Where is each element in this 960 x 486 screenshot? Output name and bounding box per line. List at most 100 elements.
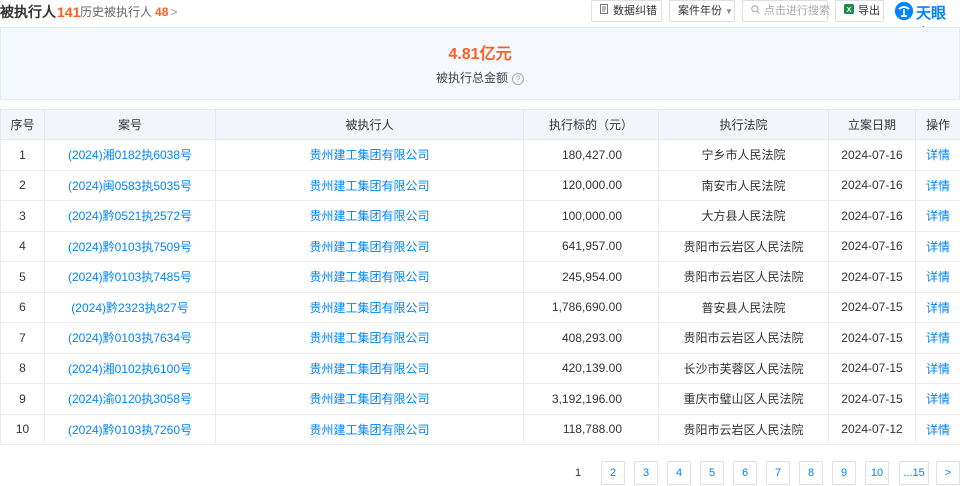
detail-link[interactable]: 详情 xyxy=(915,383,960,415)
row-index: 3 xyxy=(0,200,45,232)
page-button[interactable]: 10 xyxy=(865,461,889,485)
page-button[interactable]: 2 xyxy=(601,461,625,485)
detail-link[interactable]: 详情 xyxy=(915,200,960,232)
case-number-link[interactable]: (2024)黔0103执7260号 xyxy=(44,413,216,445)
table-row: 10 (2024)黔0103执7260号 贵州建工集团有限公司 118,788.… xyxy=(0,413,960,445)
execution-amount: 120,000.00 xyxy=(523,169,659,201)
page-button[interactable]: 7 xyxy=(766,461,790,485)
row-index: 6 xyxy=(0,291,45,323)
court-name: 普安县人民法院 xyxy=(658,291,829,323)
history-label: 历史被执行人 xyxy=(80,5,153,19)
help-icon[interactable]: ? xyxy=(512,73,524,85)
table-row: 1 (2024)湘0182执6038号 贵州建工集团有限公司 180,427.0… xyxy=(0,139,960,171)
detail-link[interactable]: 详情 xyxy=(915,230,960,262)
court-name: 贵阳市云岩区人民法院 xyxy=(658,413,829,445)
table-header-row: 序号 案号 被执行人 执行标的（元） 执行法院 立案日期 操作 xyxy=(0,109,960,140)
detail-link[interactable]: 详情 xyxy=(915,291,960,323)
section-title-count: 141 xyxy=(57,4,81,20)
total-amount-summary: 4.81亿元 被执行总金额? xyxy=(0,27,960,100)
svg-text:X: X xyxy=(846,5,851,14)
detail-link[interactable]: 详情 xyxy=(915,413,960,445)
page-button[interactable]: 4 xyxy=(667,461,691,485)
case-number-link[interactable]: (2024)湘0182执6038号 xyxy=(44,139,216,171)
party-link[interactable]: 贵州建工集团有限公司 xyxy=(215,261,524,293)
party-link[interactable]: 贵州建工集团有限公司 xyxy=(215,413,524,445)
detail-link[interactable]: 详情 xyxy=(915,322,960,354)
case-number-link[interactable]: (2024)渝0120执3058号 xyxy=(44,383,216,415)
party-link[interactable]: 贵州建工集团有限公司 xyxy=(215,139,524,171)
court-name: 宁乡市人民法院 xyxy=(658,139,829,171)
execution-amount: 1,786,690.00 xyxy=(523,291,659,323)
data-correction-label: 数据纠错 xyxy=(613,5,657,17)
chevron-right-icon: > xyxy=(170,5,178,19)
party-link[interactable]: 贵州建工集团有限公司 xyxy=(215,291,524,323)
col-header-date: 立案日期 xyxy=(828,109,916,140)
total-amount-label-text: 被执行总金额 xyxy=(435,71,508,85)
page-button[interactable]: 3 xyxy=(634,461,658,485)
col-header-court: 执行法院 xyxy=(658,109,829,140)
party-link[interactable]: 贵州建工集团有限公司 xyxy=(215,322,524,354)
history-count: 48 xyxy=(155,5,169,19)
filing-date: 2024-07-15 xyxy=(828,383,916,415)
case-number-link[interactable]: (2024)黔0521执2572号 xyxy=(44,200,216,232)
case-number-link[interactable]: (2024)黔0103执7509号 xyxy=(44,230,216,262)
page-button[interactable]: 6 xyxy=(733,461,757,485)
case-number-link[interactable]: (2024)闽0583执5035号 xyxy=(44,169,216,201)
detail-link[interactable]: 详情 xyxy=(915,169,960,201)
party-link[interactable]: 贵州建工集团有限公司 xyxy=(215,383,524,415)
execution-amount: 118,788.00 xyxy=(523,413,659,445)
execution-amount: 245,954.00 xyxy=(523,261,659,293)
court-name: 大方县人民法院 xyxy=(658,200,829,232)
detail-link[interactable]: 详情 xyxy=(915,139,960,171)
party-link[interactable]: 贵州建工集团有限公司 xyxy=(215,230,524,262)
filing-date: 2024-07-16 xyxy=(828,169,916,201)
export-button[interactable]: X 导出 xyxy=(835,0,884,22)
search-input[interactable]: 点击进行搜索 xyxy=(742,0,830,22)
case-number-link[interactable]: (2024)黔2323执827号 xyxy=(44,291,216,323)
execution-amount: 180,427.00 xyxy=(523,139,659,171)
court-name: 贵阳市云岩区人民法院 xyxy=(658,230,829,262)
case-year-label: 案件年份 xyxy=(678,5,722,17)
detail-link[interactable]: 详情 xyxy=(915,352,960,384)
data-correction-button[interactable]: 数据纠错 xyxy=(591,0,662,22)
row-index: 5 xyxy=(0,261,45,293)
row-index: 7 xyxy=(0,322,45,354)
execution-amount: 408,293.00 xyxy=(523,322,659,354)
filing-date: 2024-07-16 xyxy=(828,200,916,232)
page-button[interactable]: 8 xyxy=(799,461,823,485)
page-last-button[interactable]: ...15 xyxy=(899,461,929,485)
party-link[interactable]: 贵州建工集团有限公司 xyxy=(215,169,524,201)
detail-link[interactable]: 详情 xyxy=(915,261,960,293)
col-header-party: 被执行人 xyxy=(215,109,524,140)
next-page-button[interactable]: > xyxy=(936,461,960,485)
case-number-link[interactable]: (2024)湘0102执6100号 xyxy=(44,352,216,384)
page-button[interactable]: 9 xyxy=(832,461,856,485)
party-link[interactable]: 贵州建工集团有限公司 xyxy=(215,352,524,384)
case-number-link[interactable]: (2024)黔0103执7485号 xyxy=(44,261,216,293)
total-amount-value: 4.81亿元 xyxy=(448,46,512,63)
row-index: 1 xyxy=(0,139,45,171)
page-button[interactable]: 5 xyxy=(700,461,724,485)
court-name: 重庆市璧山区人民法院 xyxy=(658,383,829,415)
filing-date: 2024-07-15 xyxy=(828,322,916,354)
party-link[interactable]: 贵州建工集团有限公司 xyxy=(215,200,524,232)
row-index: 4 xyxy=(0,230,45,262)
history-executed-link[interactable]: 历史被执行人 48 > xyxy=(80,3,177,20)
filing-date: 2024-07-16 xyxy=(828,230,916,262)
brand-logo: 天眼查 xyxy=(895,1,960,43)
row-index: 8 xyxy=(0,352,45,384)
court-name: 长沙市芙蓉区人民法院 xyxy=(658,352,829,384)
table-row: 9 (2024)渝0120执3058号 贵州建工集团有限公司 3,192,196… xyxy=(0,383,960,415)
row-index: 9 xyxy=(0,383,45,415)
filing-date: 2024-07-15 xyxy=(828,352,916,384)
edit-doc-icon xyxy=(600,1,609,21)
col-header-action: 操作 xyxy=(915,109,960,140)
table-row: 7 (2024)黔0103执7634号 贵州建工集团有限公司 408,293.0… xyxy=(0,322,960,354)
search-placeholder: 点击进行搜索 xyxy=(764,5,830,17)
case-number-link[interactable]: (2024)黔0103执7634号 xyxy=(44,322,216,354)
excel-icon: X xyxy=(844,1,854,21)
filing-date: 2024-07-16 xyxy=(828,139,916,171)
case-year-dropdown[interactable]: 案件年份 ▼ xyxy=(669,0,735,22)
col-header-index: 序号 xyxy=(0,109,45,140)
table-row: 2 (2024)闽0583执5035号 贵州建工集团有限公司 120,000.0… xyxy=(0,169,960,201)
